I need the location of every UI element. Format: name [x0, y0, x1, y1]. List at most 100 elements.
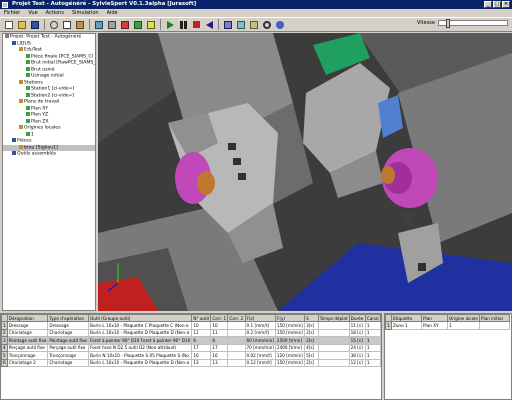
table-cell[interactable]: Zone 1	[391, 321, 422, 330]
zones-grid[interactable]: Etiquette Plan Origine locale Plan initial 1…	[384, 313, 512, 400]
table-row[interactable]: 2 Chariotage Chariotage Burin L 10x10 - Pla…	[1, 328, 381, 337]
operations-grid[interactable]: Désignation Type d'opération Outil (Groupe…	[0, 313, 382, 400]
view-iso-button[interactable]	[222, 19, 234, 31]
menu-actions[interactable]: Actions	[46, 9, 64, 17]
tool-button[interactable]	[119, 19, 131, 31]
machine-button[interactable]	[93, 19, 105, 31]
tree-node[interactable]: Outils assemblés	[3, 151, 95, 158]
table-cell[interactable]: 0.2 [mm/t]	[244, 328, 276, 337]
rewind-button[interactable]	[203, 19, 215, 31]
view-front-button[interactable]	[235, 19, 247, 31]
table-row[interactable]: 4 Perçage outil fixe Perçage outil fixe For…	[1, 343, 381, 352]
column-header[interactable]: Outil (Groupe outil)	[87, 314, 193, 322]
column-header[interactable]: Corr. 1	[210, 314, 229, 322]
table-cell[interactable]: Tronçonnage	[47, 351, 89, 360]
part-button[interactable]	[106, 19, 118, 31]
table-row[interactable]: 1 Dressage Dressage Burin L 10x10 - Plaquet…	[1, 321, 381, 330]
operation-button[interactable]	[132, 19, 144, 31]
table-cell[interactable]: 12 [s]	[348, 358, 366, 367]
table-cell[interactable]: 1	[364, 343, 381, 352]
table-cell[interactable]: 17	[191, 343, 212, 352]
table-cell[interactable]: 15 [s]	[348, 336, 366, 345]
table-cell[interactable]: 1	[364, 358, 381, 367]
column-header[interactable]: Durée	[348, 314, 366, 322]
help-button[interactable]	[274, 19, 286, 31]
table-cell[interactable]: 6	[210, 336, 229, 345]
column-header[interactable]: S	[304, 314, 319, 322]
table-cell[interactable]: Chariotage	[6, 328, 49, 337]
table-cell[interactable]: 11	[210, 328, 229, 337]
table-cell[interactable]	[227, 328, 246, 337]
table-cell[interactable]: Tronçonnage	[6, 351, 49, 360]
table-cell[interactable]: Perçage outil fixe	[6, 343, 49, 352]
table-cell[interactable]: 1	[364, 351, 381, 360]
paste-button[interactable]	[74, 19, 86, 31]
table-cell[interactable]: Burin L 10x10 - Plaquette D Plaquette D …	[87, 328, 193, 337]
table-cell[interactable]: 16	[191, 351, 212, 360]
column-header[interactable]: Type d'opération	[47, 314, 89, 322]
table-cell[interactable]	[227, 351, 246, 360]
column-header[interactable]: Désignation	[6, 314, 49, 322]
copy-button[interactable]	[61, 19, 73, 31]
pause-button[interactable]	[177, 19, 189, 31]
table-cell[interactable]: 11 [s]	[348, 321, 366, 330]
table-cell[interactable]	[227, 343, 246, 352]
play-button[interactable]	[164, 19, 176, 31]
save-button[interactable]	[29, 19, 41, 31]
column-header[interactable]: Plan	[421, 314, 448, 322]
table-cell[interactable]: 24 [s]	[348, 343, 366, 352]
table-row[interactable]: 3 Pointage outil fixe Pointage outil fixe F…	[1, 336, 381, 345]
table-cell[interactable]	[317, 336, 350, 345]
table-cell[interactable]	[227, 321, 246, 330]
open-button[interactable]	[16, 19, 28, 31]
table-cell[interactable]: Perçage outil fixe	[47, 343, 89, 352]
zone-button[interactable]	[145, 19, 157, 31]
table-row[interactable]: 1 Zone 1 Plan XY 1	[385, 321, 510, 330]
table-cell[interactable]: 0.1 [mm/t]	[244, 321, 276, 330]
table-cell[interactable]: Foret hsse N D2.5 outil D2 (Non-attribué…	[87, 343, 193, 352]
table-cell[interactable]: 16	[210, 351, 229, 360]
table-cell[interactable]: 13	[210, 358, 229, 367]
column-header[interactable]: N° outil	[191, 314, 212, 322]
column-header[interactable]: F(z)	[244, 314, 276, 322]
table-cell[interactable]: 6	[191, 336, 212, 345]
table-cell[interactable]: 17	[210, 343, 229, 352]
table-cell[interactable]: 2400 [t/mn]	[274, 343, 306, 352]
table-cell[interactable]: 4[s]	[304, 343, 319, 352]
table-cell[interactable]: 5[s]	[304, 351, 319, 360]
new-file-button[interactable]	[3, 19, 15, 31]
table-cell[interactable]	[317, 343, 350, 352]
table-cell[interactable]: 60 [mm/min]	[244, 336, 276, 345]
table-cell[interactable]	[227, 358, 246, 367]
speed-slider-thumb[interactable]	[445, 19, 450, 28]
table-cell[interactable]: 2[s]	[304, 358, 319, 367]
table-cell[interactable]: 2[s]	[304, 336, 319, 345]
table-cell[interactable]: Burin L 10x10 - Plaquette D Plaquette D …	[87, 358, 193, 367]
table-cell[interactable]: Pointage outil fixe	[6, 336, 49, 345]
table-cell[interactable]: Chariotage	[47, 328, 89, 337]
table-cell[interactable]: Burin L 10x10 - Plaquette C Plaquette C …	[87, 321, 193, 330]
table-cell[interactable]: 10	[210, 321, 229, 330]
table-cell[interactable]: 1	[364, 328, 381, 337]
stop-button[interactable]	[190, 19, 202, 31]
column-header[interactable]: Canal	[364, 314, 381, 322]
column-header[interactable]: Corr. 2	[227, 314, 246, 322]
minimize-button[interactable]: _	[484, 1, 492, 8]
table-cell[interactable]: 1	[364, 321, 381, 330]
table-cell[interactable]	[317, 358, 350, 367]
table-cell[interactable]: 18 [s]	[348, 328, 366, 337]
3d-viewport[interactable]	[98, 33, 512, 311]
table-cell[interactable]	[317, 321, 350, 330]
table-cell[interactable]	[227, 336, 246, 345]
table-cell[interactable]: Pointage outil fixe	[47, 336, 89, 345]
table-cell[interactable]: 11	[191, 328, 212, 337]
table-cell[interactable]: Chariotage 2	[6, 358, 49, 367]
table-cell[interactable]: 1	[364, 336, 381, 345]
table-cell[interactable]	[479, 321, 510, 330]
table-cell[interactable]: 150 [m/min]	[274, 358, 306, 367]
menu-simulation[interactable]: Simulation	[72, 9, 99, 17]
table-cell[interactable]: 70 [mm/min]	[244, 343, 276, 352]
table-cell[interactable]: 0.02 [mm/t]	[244, 351, 276, 360]
maximize-button[interactable]: □	[493, 1, 501, 8]
zoom-button[interactable]	[261, 19, 273, 31]
